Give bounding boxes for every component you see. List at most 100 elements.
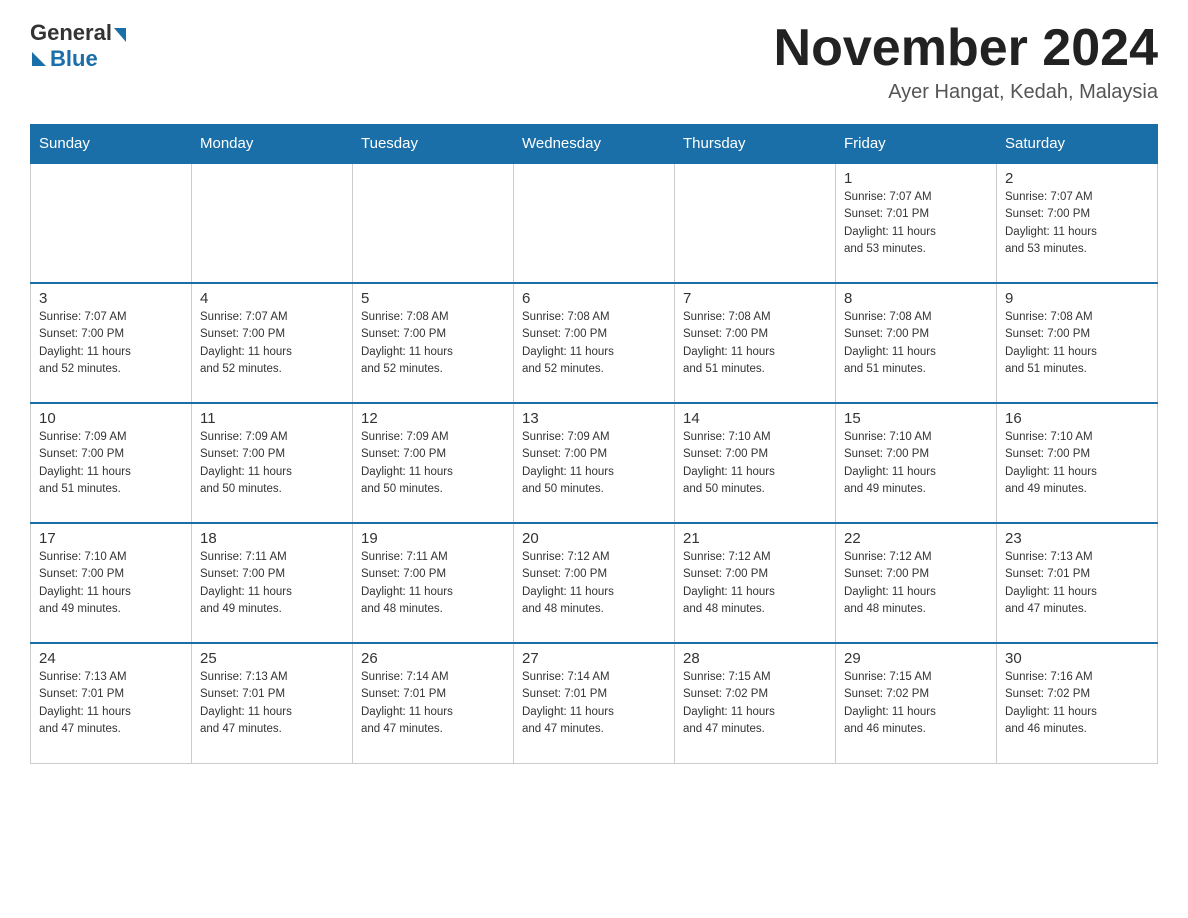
day-number: 7 [683,290,827,307]
calendar-cell: 4Sunrise: 7:07 AM Sunset: 7:00 PM Daylig… [192,283,353,403]
day-number: 14 [683,410,827,427]
calendar-table: SundayMondayTuesdayWednesdayThursdayFrid… [30,124,1158,764]
calendar-cell [675,163,836,283]
calendar-header-thursday: Thursday [675,125,836,164]
logo: General Blue [30,20,126,72]
day-number: 4 [200,290,344,307]
calendar-cell: 25 Sunrise: 7:13 AM Sunset: 7:01 PM Dayli… [192,643,353,763]
calendar-header-tuesday: Tuesday [353,125,514,164]
day-number: 28 [683,650,827,667]
location-text: Ayer Hangat, Kedah, Malaysia [774,81,1158,104]
day-info: Sunrise: 7:10 AM Sunset: 7:00 PM Dayligh… [844,429,988,498]
day-info: Sunrise: 7:08 AM Sunset: 7:00 PM Dayligh… [522,309,666,378]
calendar-cell: 15 Sunrise: 7:10 AM Sunset: 7:00 PM Dayli… [836,403,997,523]
day-info: Sunrise: 7:14 AM Sunset: 7:01 PM Dayligh… [522,669,666,738]
calendar-cell: 26 Sunrise: 7:14 AM Sunset: 7:01 PM Dayli… [353,643,514,763]
day-number: 30 [1005,650,1149,667]
calendar-cell: 16 Sunrise: 7:10 AM Sunset: 7:00 PM Dayli… [997,403,1158,523]
day-info: Sunrise: 7:14 AM Sunset: 7:01 PM Dayligh… [361,669,505,738]
day-number: 1 [844,170,988,187]
calendar-cell: 20 Sunrise: 7:12 AM Sunset: 7:00 PM Dayli… [514,523,675,643]
calendar-week-3: 10 Sunrise: 7:09 AM Sunset: 7:00 PM Dayli… [31,403,1158,523]
calendar-cell: 12Sunrise: 7:09 AM Sunset: 7:00 PM Dayli… [353,403,514,523]
calendar-header-row: SundayMondayTuesdayWednesdayThursdayFrid… [31,125,1158,164]
calendar-cell: 14 Sunrise: 7:10 AM Sunset: 7:00 PM Dayli… [675,403,836,523]
day-info: Sunrise: 7:10 AM Sunset: 7:00 PM Dayligh… [683,429,827,498]
day-info: Sunrise: 7:08 AM Sunset: 7:00 PM Dayligh… [1005,309,1149,378]
day-number: 16 [1005,410,1149,427]
day-info: Sunrise: 7:11 AM Sunset: 7:00 PM Dayligh… [361,549,505,618]
day-info: Sunrise: 7:08 AM Sunset: 7:00 PM Dayligh… [683,309,827,378]
calendar-cell: 5 Sunrise: 7:08 AM Sunset: 7:00 PM Daylig… [353,283,514,403]
day-number: 25 [200,650,344,667]
calendar-cell [31,163,192,283]
calendar-cell: 9 Sunrise: 7:08 AM Sunset: 7:00 PM Daylig… [997,283,1158,403]
calendar-cell: 6 Sunrise: 7:08 AM Sunset: 7:00 PM Daylig… [514,283,675,403]
day-info: Sunrise: 7:07 AM Sunset: 7:00 PM Dayligh… [39,309,183,378]
day-info: Sunrise: 7:13 AM Sunset: 7:01 PM Dayligh… [200,669,344,738]
calendar-cell: 21Sunrise: 7:12 AM Sunset: 7:00 PM Dayli… [675,523,836,643]
day-info: Sunrise: 7:15 AM Sunset: 7:02 PM Dayligh… [683,669,827,738]
calendar-cell: 24Sunrise: 7:13 AM Sunset: 7:01 PM Dayli… [31,643,192,763]
calendar-cell: 18 Sunrise: 7:11 AM Sunset: 7:00 PM Dayli… [192,523,353,643]
calendar-cell: 30 Sunrise: 7:16 AM Sunset: 7:02 PM Dayli… [997,643,1158,763]
title-section: November 2024 Ayer Hangat, Kedah, Malays… [774,20,1158,104]
calendar-cell: 3 Sunrise: 7:07 AM Sunset: 7:00 PM Daylig… [31,283,192,403]
day-info: Sunrise: 7:16 AM Sunset: 7:02 PM Dayligh… [1005,669,1149,738]
calendar-header-wednesday: Wednesday [514,125,675,164]
day-info: Sunrise: 7:08 AM Sunset: 7:00 PM Dayligh… [361,309,505,378]
day-number: 10 [39,410,183,427]
calendar-header-monday: Monday [192,125,353,164]
day-info: Sunrise: 7:11 AM Sunset: 7:00 PM Dayligh… [200,549,344,618]
day-info: Sunrise: 7:12 AM Sunset: 7:00 PM Dayligh… [522,549,666,618]
calendar-cell: 2Sunrise: 7:07 AM Sunset: 7:00 PM Daylig… [997,163,1158,283]
day-info: Sunrise: 7:07 AM Sunset: 7:01 PM Dayligh… [844,189,988,258]
day-number: 6 [522,290,666,307]
calendar-cell [514,163,675,283]
day-info: Sunrise: 7:10 AM Sunset: 7:00 PM Dayligh… [39,549,183,618]
calendar-cell: 13Sunrise: 7:09 AM Sunset: 7:00 PM Dayli… [514,403,675,523]
day-info: Sunrise: 7:15 AM Sunset: 7:02 PM Dayligh… [844,669,988,738]
calendar-cell: 29 Sunrise: 7:15 AM Sunset: 7:02 PM Dayli… [836,643,997,763]
day-number: 29 [844,650,988,667]
day-number: 3 [39,290,183,307]
calendar-cell: 8 Sunrise: 7:08 AM Sunset: 7:00 PM Daylig… [836,283,997,403]
day-number: 5 [361,290,505,307]
day-info: Sunrise: 7:08 AM Sunset: 7:00 PM Dayligh… [844,309,988,378]
day-number: 20 [522,530,666,547]
calendar-cell [192,163,353,283]
day-number: 26 [361,650,505,667]
calendar-week-1: 1 Sunrise: 7:07 AM Sunset: 7:01 PM Daylig… [31,163,1158,283]
day-number: 2 [1005,170,1149,187]
page-header: General Blue November 2024 Ayer Hangat, … [30,20,1158,104]
day-number: 11 [200,410,344,427]
day-number: 23 [1005,530,1149,547]
calendar-cell: 17Sunrise: 7:10 AM Sunset: 7:00 PM Dayli… [31,523,192,643]
logo-general-text: General [30,20,112,46]
calendar-cell: 23 Sunrise: 7:13 AM Sunset: 7:01 PM Dayli… [997,523,1158,643]
calendar-cell: 1 Sunrise: 7:07 AM Sunset: 7:01 PM Daylig… [836,163,997,283]
day-number: 22 [844,530,988,547]
day-number: 18 [200,530,344,547]
calendar-week-5: 24 Sunrise: 7:13 AM Sunset: 7:01 PM Dayli… [31,643,1158,763]
calendar-cell: 7 Sunrise: 7:08 AM Sunset: 7:00 PM Daylig… [675,283,836,403]
day-info: Sunrise: 7:13 AM Sunset: 7:01 PM Dayligh… [1005,549,1149,618]
calendar-header-sunday: Sunday [31,125,192,164]
calendar-header-friday: Friday [836,125,997,164]
day-info: Sunrise: 7:10 AM Sunset: 7:00 PM Dayligh… [1005,429,1149,498]
calendar-cell: 19Sunrise: 7:11 AM Sunset: 7:00 PM Dayli… [353,523,514,643]
day-number: 12 [361,410,505,427]
calendar-cell: 27 Sunrise: 7:14 AM Sunset: 7:01 PM Dayli… [514,643,675,763]
day-info: Sunrise: 7:12 AM Sunset: 7:00 PM Dayligh… [844,549,988,618]
day-number: 8 [844,290,988,307]
calendar-cell: 10 Sunrise: 7:09 AM Sunset: 7:00 PM Dayli… [31,403,192,523]
calendar-header-saturday: Saturday [997,125,1158,164]
calendar-cell: 28 Sunrise: 7:15 AM Sunset: 7:02 PM Dayli… [675,643,836,763]
day-info: Sunrise: 7:09 AM Sunset: 7:00 PM Dayligh… [200,429,344,498]
day-number: 9 [1005,290,1149,307]
day-number: 24 [39,650,183,667]
day-number: 15 [844,410,988,427]
day-info: Sunrise: 7:09 AM Sunset: 7:00 PM Dayligh… [39,429,183,498]
day-number: 21 [683,530,827,547]
day-number: 27 [522,650,666,667]
